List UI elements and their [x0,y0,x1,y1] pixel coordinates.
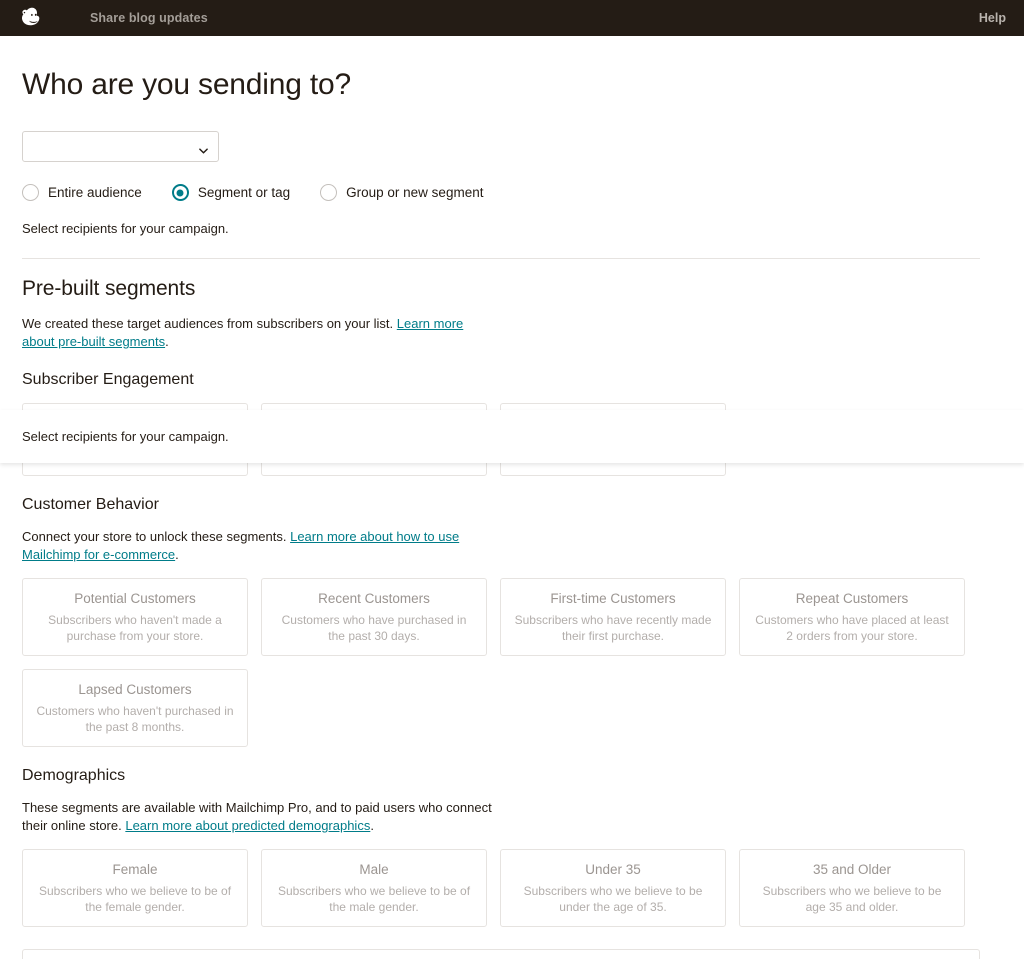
demographics-description: These segments are available with Mailch… [22,799,492,835]
recipient-type-radio-group: Entire audience Segment or tag Group or … [22,184,980,201]
radio-label: Segment or tag [197,185,291,200]
content-container: Who are you sending to? Entire audience … [22,36,980,959]
segment-card-description: Subscribers who we believe to be under t… [523,884,703,914]
radio-option-entire-audience[interactable]: Entire audience [22,184,142,201]
segment-card-potential-customers[interactable]: Potential Customers Subscribers who have… [22,578,248,656]
segment-card-description: Customers who have purchased in the past… [281,613,467,643]
segment-card-title: Male [359,862,389,877]
segment-card-title: 35 and Older [812,862,892,877]
page-body: Select recipients for your campaign. Who… [0,36,1024,959]
radio-option-segment-or-tag[interactable]: Segment or tag [171,184,291,201]
segment-card-description: Subscribers who we believe to be age 35 … [762,884,942,914]
radio-indicator [171,184,189,201]
behavior-desc-period: . [175,547,179,562]
recipients-overlay-banner: Select recipients for your campaign. [0,410,1024,463]
recipients-helper-text: Select recipients for your campaign. [22,221,229,236]
radio-label: Entire audience [48,185,142,200]
prebuilt-desc-text: We created these target audiences from s… [22,316,397,331]
segment-card-description: Subscribers who have recently made their… [514,613,712,643]
segment-card-title: Repeat Customers [795,591,909,606]
segment-card-lapsed-customers[interactable]: Lapsed Customers Customers who haven't p… [22,669,248,747]
section-divider [22,258,980,259]
radio-indicator [320,184,338,201]
page-title: Who are you sending to? [22,68,351,101]
audience-select[interactable] [22,131,219,162]
segment-card-title: First-time Customers [550,591,676,606]
segment-card-title: Lapsed Customers [78,682,192,697]
prebuilt-segments-description: We created these target audiences from s… [22,315,482,351]
radio-indicator [22,184,39,201]
help-link[interactable]: Help [979,11,1006,25]
customer-behavior-description: Connect your store to unlock these segme… [22,528,482,564]
segment-card-title: Under 35 [585,862,641,877]
segment-card-recent-customers[interactable]: Recent Customers Customers who have purc… [261,578,487,656]
demographics-desc-period: . [370,818,374,833]
mailchimp-freddie-logo-icon[interactable] [12,0,48,36]
top-bar: Share blog updates Help [0,0,1024,36]
segment-card-description: Customers who haven't purchased in the p… [36,704,234,734]
demographics-card-grid: Female Subscribers who we believe to be … [22,849,980,927]
segment-card-description: Subscribers who haven't made a purchase … [48,613,222,643]
segment-card-first-time-customers[interactable]: First-time Customers Subscribers who hav… [500,578,726,656]
overlay-helper-text: Select recipients for your campaign. [22,429,229,444]
customer-behavior-card-grid: Potential Customers Subscribers who have… [22,578,980,747]
subscriber-engagement-title: Subscriber Engagement [22,371,194,388]
segment-card-title: Recent Customers [318,591,430,606]
customer-behavior-title: Customer Behavior [22,496,159,513]
behavior-desc-text: Connect your store to unlock these segme… [22,529,291,544]
campaign-name: Share blog updates [90,11,208,25]
segment-card-under-35[interactable]: Under 35 Subscribers who we believe to b… [500,849,726,927]
segment-card-title: Female [112,862,158,877]
radio-label: Group or new segment [346,185,484,200]
prebuilt-segments-title: Pre-built segments [22,277,196,300]
segment-card-title: Potential Customers [74,591,196,606]
demographics-title: Demographics [22,767,126,784]
chevron-down-icon [199,142,208,154]
segment-card-description: Customers who have placed at least 2 ord… [755,613,949,643]
segment-card-male[interactable]: Male Subscribers who we believe to be of… [261,849,487,927]
radio-option-group-or-new-segment[interactable]: Group or new segment [320,184,483,201]
prebuilt-desc-period: . [165,334,169,349]
segment-card-female[interactable]: Female Subscribers who we believe to be … [22,849,248,927]
tip-box: Tip: To send to a more specific audience… [22,949,980,959]
segment-card-description: Subscribers who we believe to be of the … [38,884,232,914]
segment-card-35-and-older[interactable]: 35 and Older Subscribers who we believe … [739,849,965,927]
segment-card-repeat-customers[interactable]: Repeat Customers Customers who have plac… [739,578,965,656]
segment-card-description: Subscribers who we believe to be of the … [277,884,471,914]
predicted-demographics-learn-more-link[interactable]: Learn more about predicted demographics [125,818,370,833]
